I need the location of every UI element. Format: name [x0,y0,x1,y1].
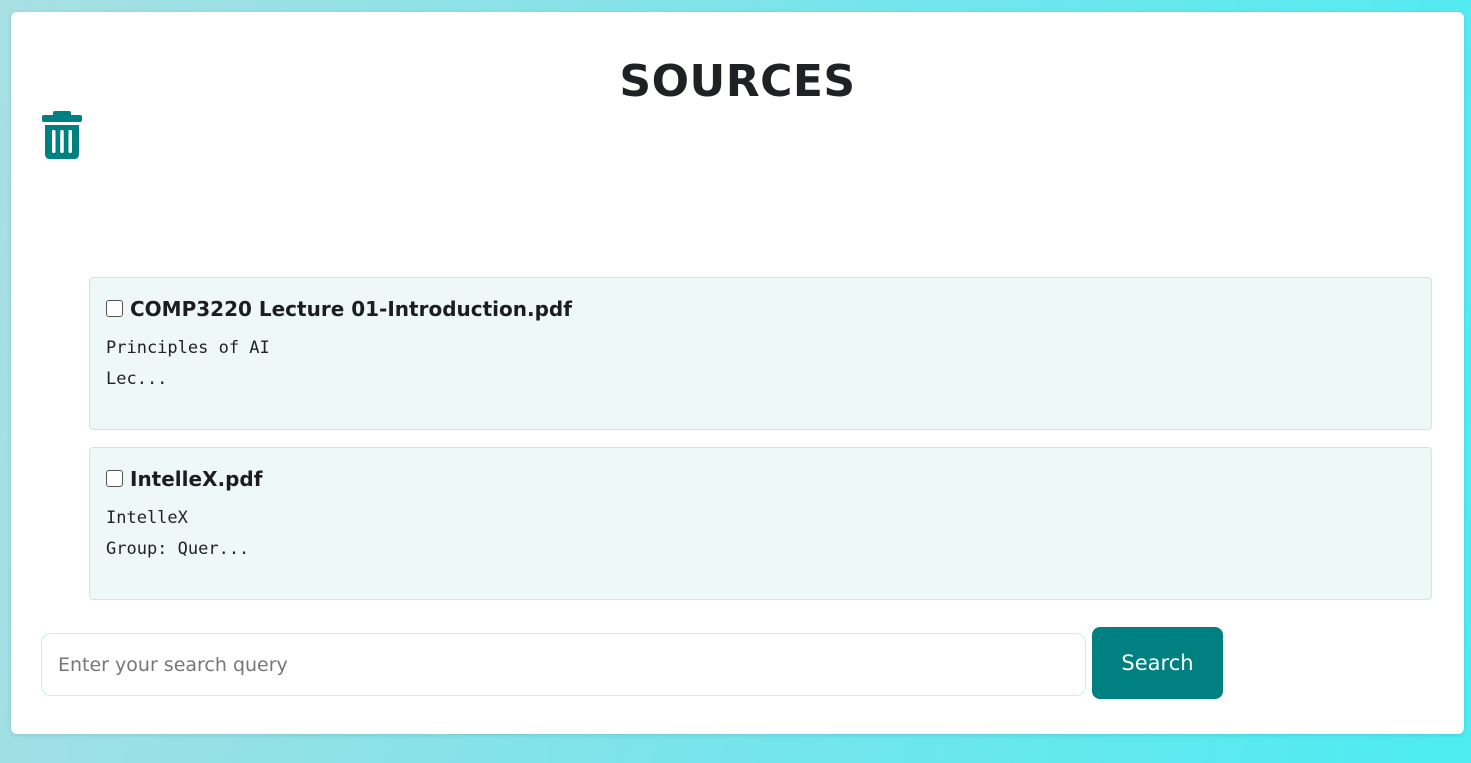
source-select-checkbox[interactable] [106,300,123,317]
source-item: COMP3220 Lecture 01-Introduction.pdf Pri… [89,277,1432,430]
trash-icon [42,111,82,159]
source-preview-line: Principles of AI [106,338,270,358]
delete-button[interactable] [40,110,84,160]
source-filename: COMP3220 Lecture 01-Introduction.pdf [130,297,572,321]
source-select-checkbox[interactable] [106,470,123,487]
source-preview-line: Group: Quer... [106,539,250,559]
page-title: SOURCES [619,56,856,107]
sources-panel: SOURCES COMP3220 Lecture 01-Introduction… [11,12,1464,734]
search-input[interactable] [41,633,1086,696]
source-filename: IntelleX.pdf [130,467,263,491]
source-item: IntelleX.pdf IntelleX Group: Quer... [89,447,1432,600]
source-preview-line: Lec... [106,369,168,389]
source-preview: IntelleX Group: Quer... [106,503,249,565]
source-preview: Principles of AI Lec... [106,333,270,395]
search-button[interactable]: Search [1092,627,1223,699]
source-preview-line: IntelleX [106,508,188,528]
